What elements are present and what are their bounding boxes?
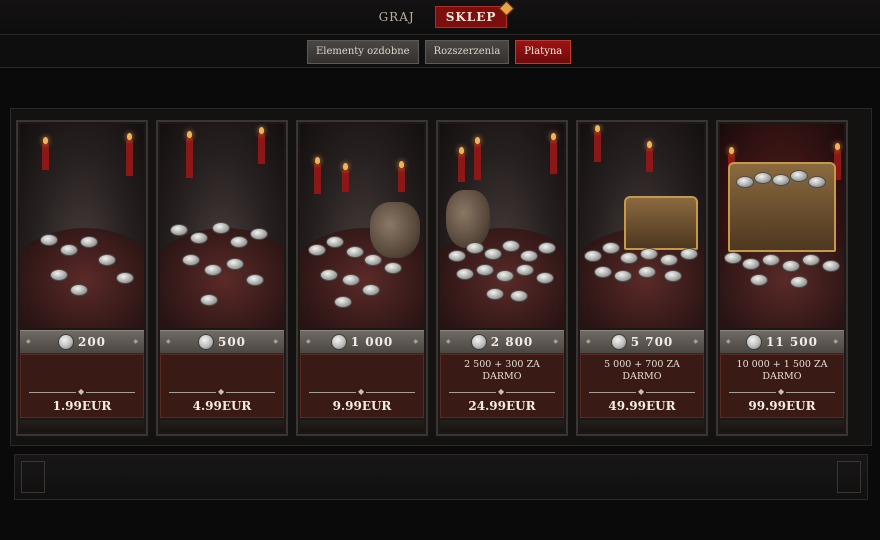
amount-bar: 5 700 [580, 330, 704, 354]
offer-info: ◆ 9.99EUR [300, 354, 424, 418]
offer-art [20, 124, 144, 328]
top-navigation-bar: GRAJ SKLEP [0, 0, 880, 35]
bonus-text [25, 359, 139, 385]
divider-ornament-icon: ◆ [496, 387, 507, 396]
divider-ornament-icon: ◆ [76, 387, 87, 396]
offer-art [580, 124, 704, 328]
amount-bar: 500 [160, 330, 284, 354]
offer-card-11500[interactable]: 11 500 10 000 + 1 500 ZA DARMO ◆ 99.99EU… [716, 120, 848, 436]
platinum-amount: 1 000 [350, 335, 394, 349]
offer-card-5700[interactable]: 5 700 5 000 + 700 ZA DARMO ◆ 49.99EUR [576, 120, 708, 436]
offer-card-2800[interactable]: 2 800 2 500 + 300 ZA DARMO ◆ 24.99EUR [436, 120, 568, 436]
nav-shop[interactable]: SKLEP [434, 0, 515, 28]
platinum-amount: 11 500 [766, 335, 818, 349]
card-footer [20, 420, 144, 432]
amount-bar: 1 000 [300, 330, 424, 354]
offer-art [300, 124, 424, 328]
notification-diamond-icon [499, 0, 515, 17]
divider-ornament-icon: ◆ [776, 387, 787, 396]
offer-info: 10 000 + 1 500 ZA DARMO ◆ 99.99EUR [720, 354, 844, 418]
platinum-coin-icon [57, 334, 74, 350]
tab-expansions[interactable]: Rozszerzenia [424, 40, 510, 64]
card-footer [580, 420, 704, 432]
card-footer [720, 420, 844, 432]
offer-card-200[interactable]: 200 ◆ 1.99EUR [16, 120, 148, 436]
divider-ornament-icon: ◆ [356, 387, 367, 396]
top-nav: GRAJ SKLEP [0, 0, 880, 28]
offer-art [160, 124, 284, 328]
offer-art [720, 124, 844, 328]
offer-info: ◆ 1.99EUR [20, 354, 144, 418]
bonus-text [165, 359, 279, 385]
amount-bar: 200 [20, 330, 144, 354]
divider-ornament-icon: ◆ [216, 387, 227, 396]
offer-info: 2 500 + 300 ZA DARMO ◆ 24.99EUR [440, 354, 564, 418]
offer-art [440, 124, 564, 328]
platinum-amount: 2 800 [490, 335, 534, 349]
offer-card-500[interactable]: 500 ◆ 4.99EUR [156, 120, 288, 436]
platinum-coin-icon [610, 334, 627, 350]
card-footer [160, 420, 284, 432]
price-label: 9.99EUR [332, 399, 392, 413]
offer-info: ◆ 4.99EUR [160, 354, 284, 418]
bonus-text: 10 000 + 1 500 ZA DARMO [736, 359, 828, 382]
platinum-offers: 200 ◆ 1.99EUR 500 [16, 120, 848, 436]
ornament-icon [21, 461, 45, 493]
nav-play[interactable]: GRAJ [373, 6, 421, 28]
platinum-amount: 5 700 [630, 335, 674, 349]
bonus-text: 5 000 + 700 ZA DARMO [604, 359, 680, 382]
nav-shop-label: SKLEP [445, 10, 497, 24]
platinum-amount: 500 [217, 335, 247, 349]
platinum-coin-icon [470, 334, 487, 350]
price-label: 4.99EUR [192, 399, 252, 413]
price-label: 49.99EUR [608, 399, 676, 413]
platinum-amount: 200 [77, 335, 107, 349]
bonus-text [305, 359, 419, 385]
price-label: 99.99EUR [748, 399, 816, 413]
card-footer [440, 420, 564, 432]
platinum-coin-icon [746, 334, 763, 350]
card-footer [300, 420, 424, 432]
tab-platinum[interactable]: Platyna [515, 40, 572, 64]
divider-ornament-icon: ◆ [636, 387, 647, 396]
amount-bar: 2 800 [440, 330, 564, 354]
shop-tabs: Elementy ozdobne Rozszerzenia Platyna [307, 40, 572, 64]
price-label: 1.99EUR [52, 399, 112, 413]
shop-tab-bar: Elementy ozdobne Rozszerzenia Platyna [0, 35, 880, 68]
price-label: 24.99EUR [468, 399, 536, 413]
ornament-icon [837, 461, 861, 493]
platinum-coin-icon [330, 334, 347, 350]
amount-bar: 11 500 [720, 330, 844, 354]
offer-info: 5 000 + 700 ZA DARMO ◆ 49.99EUR [580, 354, 704, 418]
bottom-bar [14, 454, 868, 500]
tab-cosmetics[interactable]: Elementy ozdobne [307, 40, 419, 64]
bonus-text: 2 500 + 300 ZA DARMO [464, 359, 540, 382]
offer-card-1000[interactable]: 1 000 ◆ 9.99EUR [296, 120, 428, 436]
platinum-coin-icon [197, 334, 214, 350]
